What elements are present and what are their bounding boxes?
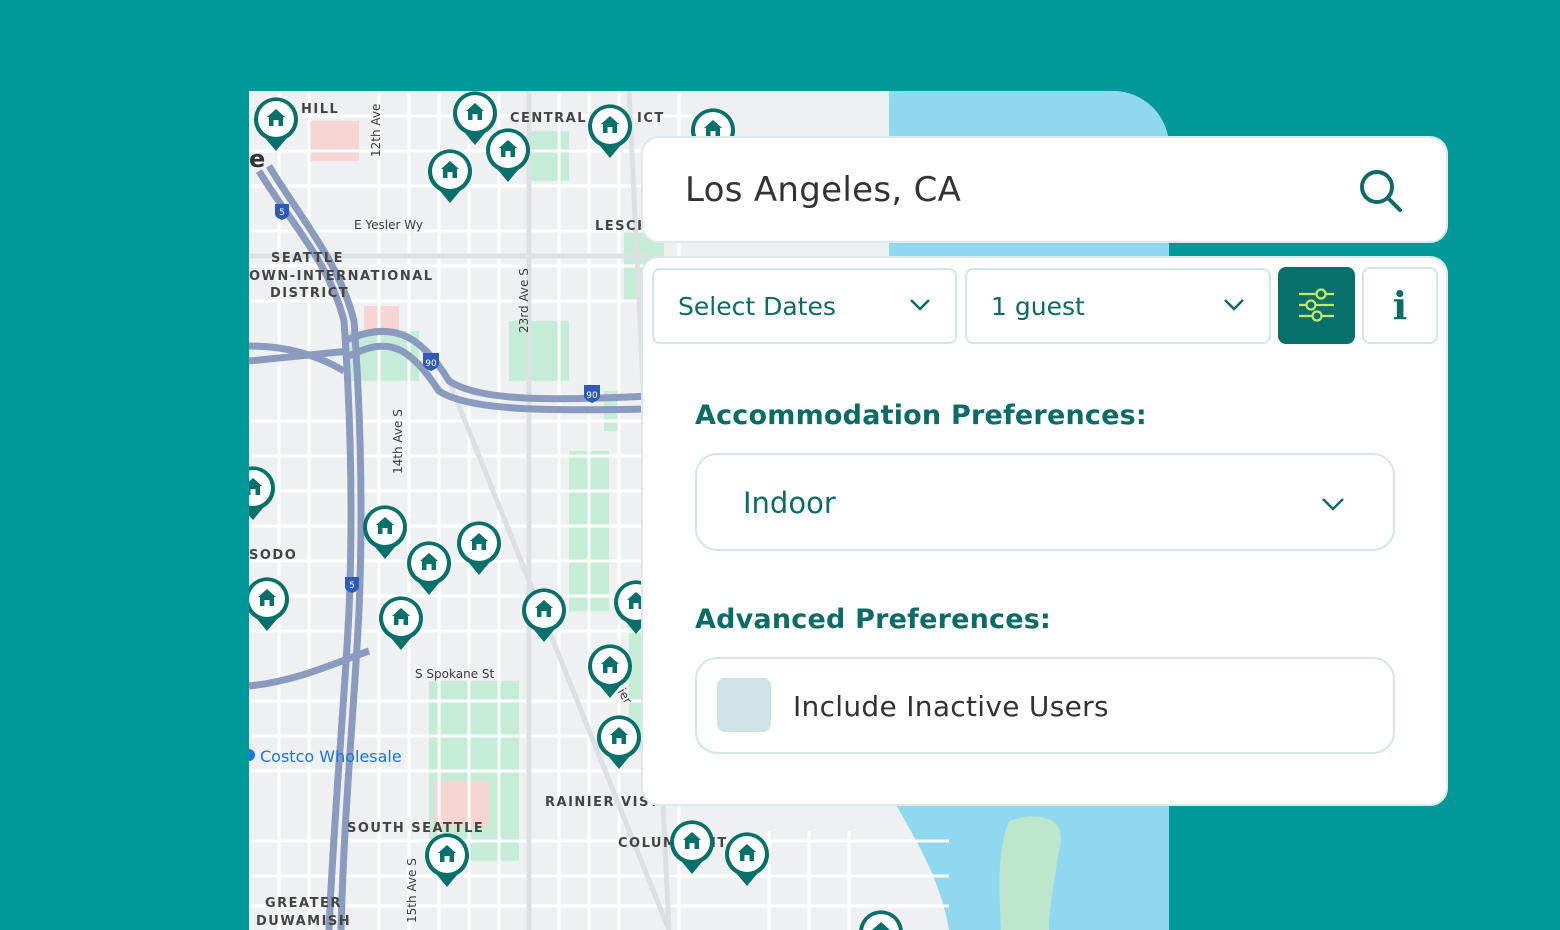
listing-pin[interactable]: [423, 831, 471, 889]
search-bar[interactable]: Los Angeles, CA: [641, 136, 1448, 243]
svg-text:5: 5: [279, 208, 285, 218]
accommodation-title: Accommodation Preferences:: [695, 400, 1147, 431]
select-dates-dropdown[interactable]: Select Dates: [652, 268, 957, 344]
map-label-sodo: SODO: [249, 548, 298, 563]
chevron-down-icon: [1322, 498, 1344, 511]
listing-pin[interactable]: [857, 908, 905, 930]
listing-pin[interactable]: [723, 830, 771, 888]
listing-pin[interactable]: [249, 575, 291, 633]
listing-pin[interactable]: [405, 539, 453, 597]
listing-pin[interactable]: [668, 818, 716, 876]
listing-pin[interactable]: [426, 147, 474, 205]
listing-pin[interactable]: [249, 464, 277, 522]
map-label-district: DISTRICT: [270, 286, 350, 301]
listing-pin[interactable]: [252, 95, 300, 153]
street-label-23rd-ave: 23rd Ave S: [517, 268, 531, 333]
include-inactive-users-checkbox[interactable]: [717, 678, 771, 732]
info-icon: i: [1392, 283, 1408, 328]
listing-pin[interactable]: [586, 642, 634, 700]
listing-pin[interactable]: [520, 586, 568, 644]
include-inactive-users-row[interactable]: Include Inactive Users: [695, 657, 1395, 754]
select-dates-label: Select Dates: [678, 292, 836, 321]
street-label-14th-ave: 14th Ave S: [391, 409, 405, 474]
accommodation-select[interactable]: Indoor: [695, 453, 1395, 551]
guests-dropdown[interactable]: 1 guest: [965, 268, 1271, 344]
listing-pin[interactable]: [484, 126, 532, 184]
sliders-icon: [1299, 288, 1334, 322]
map-label-hill: HILL: [301, 102, 340, 117]
svg-text:90: 90: [425, 359, 437, 369]
svg-text:5: 5: [349, 581, 355, 591]
filter-panel: Select Dates 1 guest i Accommodation Pre…: [641, 256, 1448, 806]
map-label-international: OWN-INTERNATIONAL: [249, 269, 434, 284]
guests-label: 1 guest: [991, 292, 1085, 321]
map-label-duwamish: DUWAMISH: [256, 914, 352, 929]
street-label-12th-ave: 12th Ave: [369, 103, 383, 157]
listing-pin[interactable]: [586, 102, 634, 160]
chevron-down-icon: [910, 299, 930, 311]
listing-pin[interactable]: [361, 503, 409, 561]
listing-pin[interactable]: [455, 519, 503, 577]
map-label-central: CENTRAL: [510, 111, 588, 126]
street-label-15th-ave: 15th Ave S: [405, 858, 419, 923]
listing-pin[interactable]: [377, 594, 425, 652]
search-icon[interactable]: [1356, 166, 1406, 216]
search-input[interactable]: Los Angeles, CA: [685, 170, 961, 210]
poi-costco[interactable]: Costco Wholesale: [260, 747, 402, 766]
include-inactive-users-label: Include Inactive Users: [793, 690, 1109, 723]
listing-pin[interactable]: [595, 713, 643, 771]
info-button[interactable]: i: [1362, 267, 1438, 344]
filter-settings-button[interactable]: [1278, 267, 1355, 344]
map-label-central-tail: ICT: [637, 111, 665, 126]
advanced-title: Advanced Preferences:: [695, 604, 1052, 635]
map-label-greater: GREATER: [265, 896, 342, 911]
street-label-spokane: S Spokane St: [415, 667, 495, 681]
svg-text:90: 90: [586, 391, 598, 401]
accommodation-selected-value: Indoor: [743, 486, 836, 520]
chevron-down-icon: [1224, 299, 1244, 311]
map-label-seattle: SEATTLE: [271, 251, 344, 266]
street-label-yesler: E Yesler Wy: [354, 218, 423, 232]
